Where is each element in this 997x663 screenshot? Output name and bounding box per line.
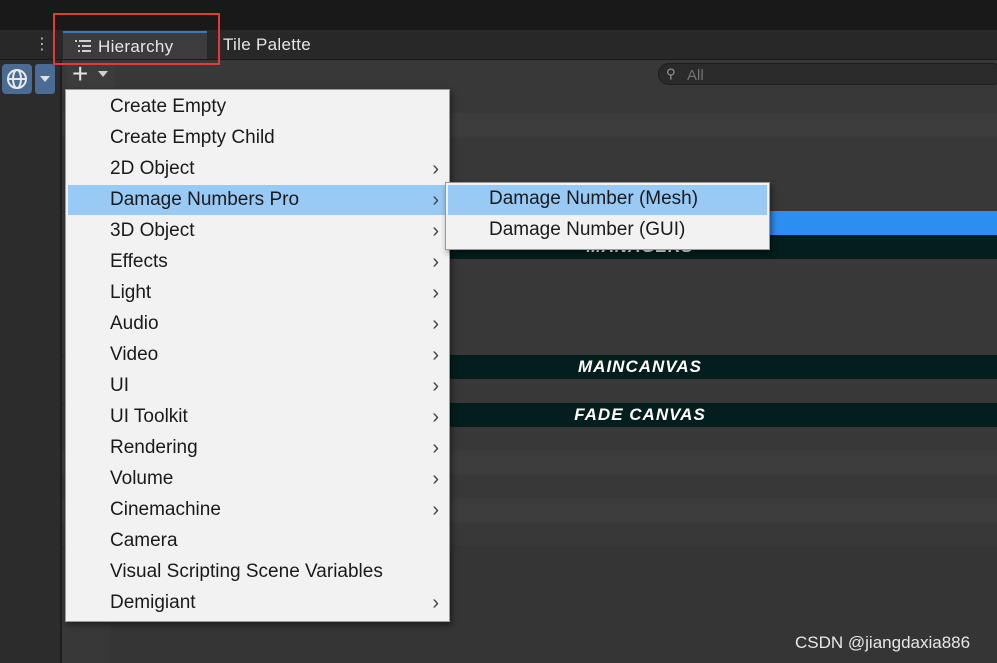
- menu-item-label: Create Empty: [110, 96, 227, 117]
- chevron-right-icon: ›: [432, 282, 439, 304]
- submenu-item-label: Damage Number (GUI): [489, 219, 686, 240]
- menu-item-label: 3D Object: [110, 220, 195, 241]
- search-icon: ⚲: [666, 66, 676, 81]
- chevron-right-icon: ›: [432, 344, 439, 366]
- more-options-icon[interactable]: ⋮: [34, 35, 50, 55]
- menu-item-damage-numbers-pro[interactable]: Damage Numbers Pro ›: [68, 185, 447, 215]
- globe-icon: [7, 69, 27, 89]
- menu-item-visual-scripting-scene-variables[interactable]: Visual Scripting Scene Variables: [68, 557, 447, 587]
- scene-gizmo-icon[interactable]: [2, 64, 32, 94]
- chevron-right-icon: ›: [432, 592, 439, 614]
- menu-item-volume[interactable]: Volume ›: [68, 464, 447, 494]
- chevron-right-icon: ›: [432, 220, 439, 242]
- menu-item-label: 2D Object: [110, 158, 195, 179]
- create-context-menu: Create Empty Create Empty Child 2D Object ›…: [65, 89, 450, 622]
- menu-item-label: Effects: [110, 251, 168, 272]
- menu-item-label: Camera: [110, 530, 178, 551]
- hierarchy-row-maincanvas[interactable]: MAINCANVAS: [450, 355, 997, 379]
- menu-item-create-empty[interactable]: Create Empty: [68, 92, 447, 122]
- menu-item-label: Light: [110, 282, 152, 303]
- menu-item-2d-object[interactable]: 2D Object ›: [68, 154, 447, 184]
- menu-item-label: UI: [110, 375, 129, 396]
- menu-item-camera[interactable]: Camera: [68, 526, 447, 556]
- menu-item-effects[interactable]: Effects ›: [68, 247, 447, 277]
- menu-item-ui-toolkit[interactable]: UI Toolkit ›: [68, 402, 447, 432]
- menu-item-3d-object[interactable]: 3D Object ›: [68, 216, 447, 246]
- search-field[interactable]: ⚲: [658, 63, 997, 85]
- menu-item-label: Create Empty Child: [110, 127, 275, 148]
- menu-item-video[interactable]: Video ›: [68, 340, 447, 370]
- menu-item-audio[interactable]: Audio ›: [68, 309, 447, 339]
- chevron-right-icon: ›: [432, 468, 439, 490]
- highlight-box: [53, 13, 220, 65]
- scene-dropdown-button[interactable]: [35, 64, 55, 94]
- menu-item-label: Video: [110, 344, 159, 365]
- menu-item-create-empty-child[interactable]: Create Empty Child: [68, 123, 447, 153]
- chevron-right-icon: ›: [432, 499, 439, 521]
- chevron-right-icon: ›: [432, 313, 439, 335]
- chevron-right-icon: ›: [432, 406, 439, 428]
- row-label: FADE CANVAS: [574, 405, 706, 424]
- left-panel: [0, 60, 62, 663]
- menu-item-label: Damage Numbers Pro: [110, 189, 300, 210]
- watermark: CSDN @jiangdaxia886: [795, 633, 971, 652]
- hierarchy-row-fade-canvas[interactable]: FADE CANVAS: [450, 403, 997, 427]
- menu-item-rendering[interactable]: Rendering ›: [68, 433, 447, 463]
- chevron-down-icon: [98, 71, 108, 77]
- damage-numbers-submenu: Damage Number (Mesh) Damage Number (GUI): [445, 182, 770, 250]
- menu-item-label: Visual Scripting Scene Variables: [110, 561, 383, 582]
- menu-item-ui[interactable]: UI ›: [68, 371, 447, 401]
- chevron-right-icon: ›: [432, 375, 439, 397]
- submenu-item-label: Damage Number (Mesh): [489, 188, 699, 209]
- tab-tile-palette[interactable]: Tile Palette: [223, 35, 311, 55]
- add-object-button[interactable]: +: [67, 58, 115, 89]
- menu-item-label: Demigiant: [110, 592, 196, 613]
- menu-item-label: Audio: [110, 313, 159, 334]
- submenu-item-damage-number-gui[interactable]: Damage Number (GUI): [448, 216, 767, 246]
- menu-item-demigiant[interactable]: Demigiant ›: [68, 588, 447, 618]
- chevron-right-icon: ›: [432, 158, 439, 180]
- row-label: MAINCANVAS: [578, 357, 702, 376]
- search-input[interactable]: [685, 65, 989, 85]
- chevron-right-icon: ›: [432, 437, 439, 459]
- menu-item-light[interactable]: Light ›: [68, 278, 447, 308]
- chevron-right-icon: ›: [432, 251, 439, 273]
- menu-item-cinemachine[interactable]: Cinemachine ›: [68, 495, 447, 525]
- chevron-right-icon: ›: [432, 189, 439, 211]
- menu-item-label: Cinemachine: [110, 499, 221, 520]
- menu-item-label: UI Toolkit: [110, 406, 188, 427]
- menu-item-label: Volume: [110, 468, 174, 489]
- submenu-item-damage-number-mesh[interactable]: Damage Number (Mesh): [448, 185, 767, 215]
- menu-item-label: Rendering: [110, 437, 198, 458]
